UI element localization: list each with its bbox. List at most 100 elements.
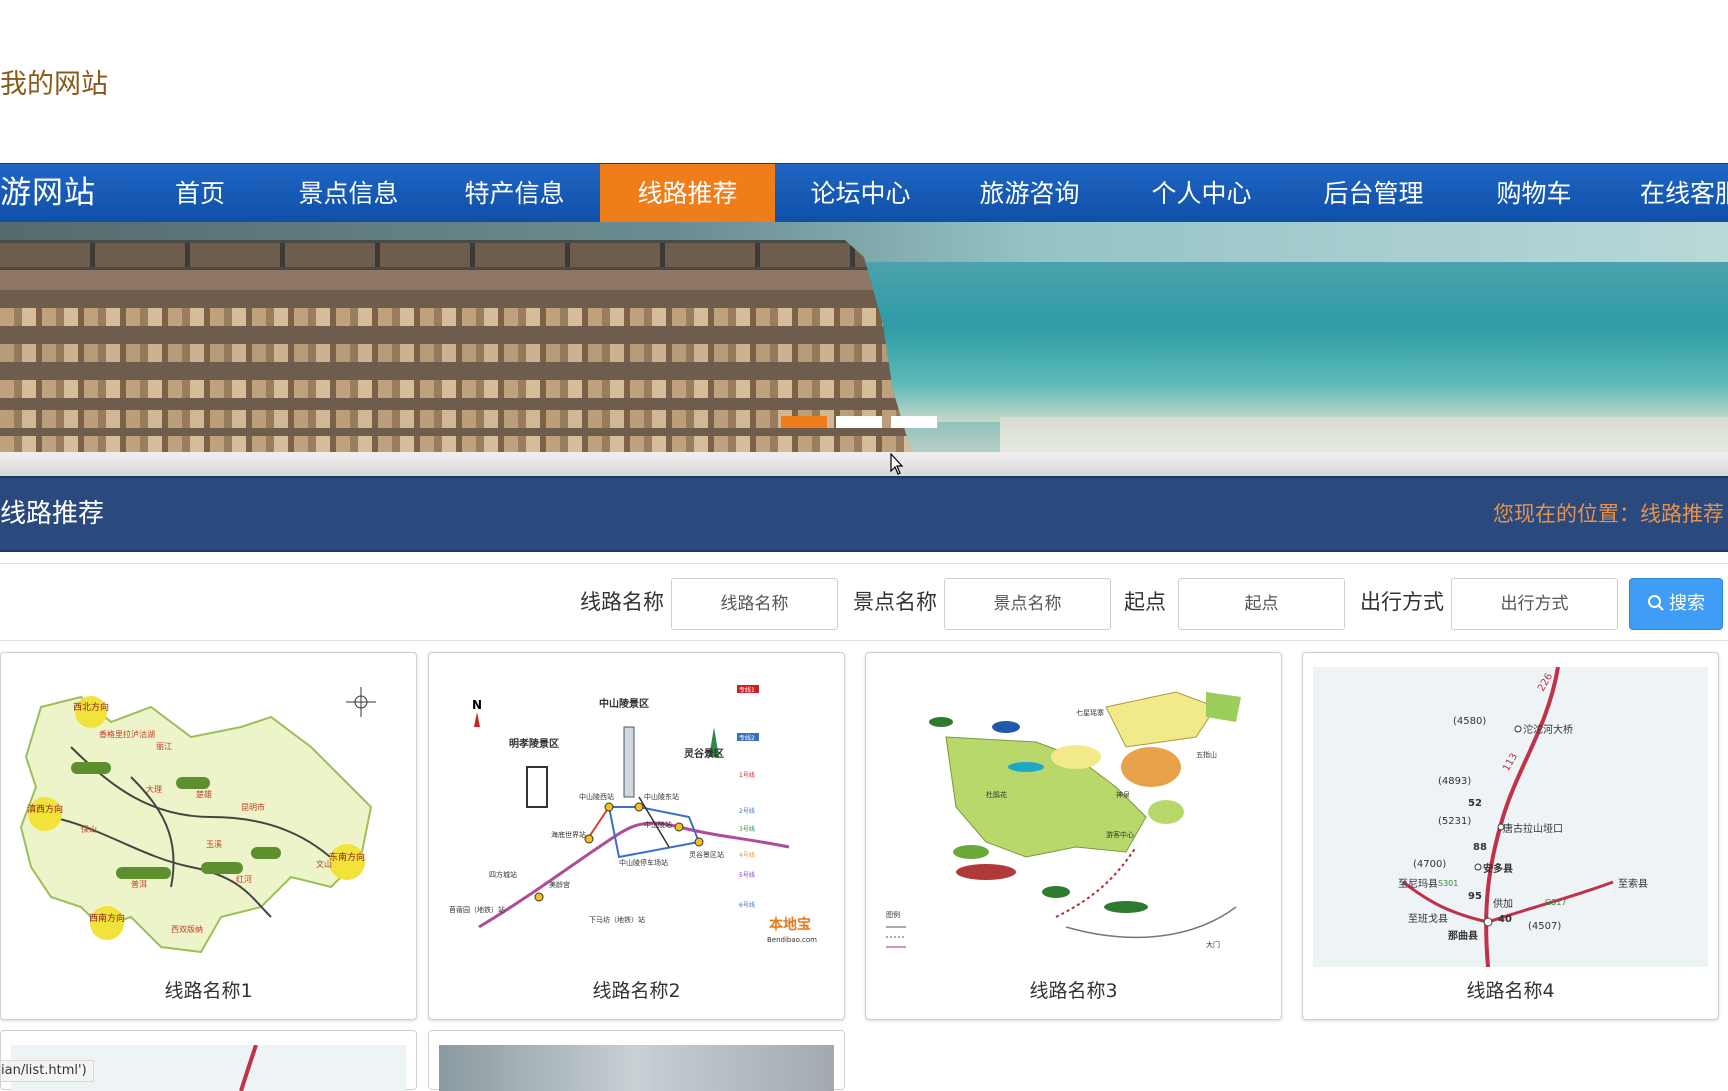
map-label: 1号线: [739, 771, 755, 779]
site-brand[interactable]: 我的网站: [0, 62, 108, 101]
map-label: 中山陵东站: [644, 792, 679, 801]
map-label: 苜蓿园（地铁）站: [449, 905, 505, 914]
route-map-image-6: [439, 1045, 834, 1091]
route-name-input[interactable]: [671, 578, 838, 630]
banner-sea: [850, 262, 1728, 422]
nav-item-home[interactable]: 首页: [150, 164, 250, 223]
nav-item-online-service[interactable]: 在线客服: [1640, 164, 1728, 223]
map-label: (4507): [1528, 921, 1561, 932]
map-label: 供加: [1493, 897, 1513, 910]
search-icon: [1648, 595, 1664, 611]
carousel-dot-3[interactable]: [891, 416, 937, 428]
map-label: 滇西方向: [27, 803, 63, 815]
map-label: 3号线: [739, 825, 755, 833]
map-label: 2号线: [739, 807, 755, 815]
banner-divider: [0, 452, 1728, 476]
map-label: 下马坊（地铁）站: [589, 915, 645, 924]
route-card-caption-1[interactable]: 线路名称1: [1, 973, 416, 1009]
map-label: 美龄宫: [549, 880, 570, 889]
map-label: 楚雄: [196, 789, 212, 799]
map-label: Bendibao.com: [767, 936, 817, 944]
map-label: (4893): [1438, 776, 1471, 787]
map-label: 杜鹃花: [986, 790, 1007, 799]
nav-item-forum[interactable]: 论坛中心: [798, 164, 923, 223]
map-label: 灵谷景区站: [689, 850, 724, 859]
nav-brand[interactable]: 游网站: [0, 164, 96, 223]
start-point-input[interactable]: [1178, 578, 1345, 630]
map-label: 普洱: [131, 879, 147, 889]
map-label: 52: [1468, 798, 1482, 809]
route-card-6[interactable]: [428, 1030, 845, 1091]
map-label: 95: [1468, 891, 1482, 902]
map-label: 神泉: [1116, 790, 1130, 799]
nav-item-route-recommend[interactable]: 线路推荐: [600, 164, 775, 223]
nav-item-travel-consult[interactable]: 旅游咨询: [967, 164, 1092, 223]
search-filter-bar: 线路名称 景点名称 起点 出行方式 搜索: [0, 563, 1728, 641]
map-label: 红河: [236, 874, 252, 884]
map-label: (4700): [1413, 859, 1446, 870]
map-label: 七星瑶寨: [1076, 708, 1104, 717]
route-card-4[interactable]: 226 113 (4580) 沱沱河大桥 (4893) 52 (5231) 唐古…: [1302, 652, 1719, 1020]
route-card-3[interactable]: 七星瑶寨 杜鹃花 五指山 神泉 游客中心 大门 图例 线路名称3: [865, 652, 1282, 1020]
route-card-caption-3[interactable]: 线路名称3: [866, 973, 1281, 1009]
banner-carousel[interactable]: [0, 222, 1728, 454]
travel-mode-label: 出行方式: [1360, 590, 1444, 614]
map-label: 玉溪: [206, 839, 222, 849]
nav-item-scenic-spots[interactable]: 景点信息: [286, 164, 411, 223]
map-label: 至班戈县: [1408, 912, 1448, 925]
map-label: (5231): [1438, 816, 1471, 827]
map-label: 中山陵西站: [579, 792, 614, 801]
search-button[interactable]: 搜索: [1629, 578, 1723, 630]
route-card-caption-4[interactable]: 线路名称4: [1303, 973, 1718, 1009]
travel-mode-input[interactable]: [1451, 578, 1618, 630]
route-card-caption-2[interactable]: 线路名称2: [429, 973, 844, 1009]
map-label: 海底世界站: [551, 830, 586, 839]
start-point-label: 起点: [1124, 590, 1166, 614]
route-card-2[interactable]: N 中山陵景区 明孝陵景区 灵谷景区 中山陵西站 中山陵东站 中山陵站 海底世界…: [428, 652, 845, 1020]
map-label: 中山陵站: [644, 820, 672, 829]
search-button-label: 搜索: [1669, 593, 1705, 614]
nav-item-admin[interactable]: 后台管理: [1311, 164, 1436, 223]
map-label: 灵谷景区: [684, 747, 724, 760]
map-label: 泸沽湖: [131, 729, 155, 739]
map-label: 6号线: [739, 901, 755, 909]
map-label: 大理: [146, 784, 162, 794]
map-label: 四方城站: [489, 870, 517, 879]
map-label: 唐古拉山垭口: [1503, 822, 1563, 835]
banner-sand: [1000, 417, 1728, 454]
map-label: 东南方向: [329, 851, 365, 863]
map-label: N: [472, 698, 482, 712]
section-title: 线路推荐: [0, 499, 105, 529]
nav-item-specialties[interactable]: 特产信息: [452, 164, 577, 223]
map-label: 香格里拉: [99, 729, 131, 739]
route-map-image-3: 七星瑶寨 杜鹃花 五指山 神泉 游客中心 大门 图例: [876, 667, 1271, 967]
map-label: 至索县: [1618, 877, 1648, 890]
map-label: 4号线: [739, 851, 755, 859]
map-label: 图例: [886, 910, 900, 919]
map-label: 本地宝: [769, 916, 811, 933]
breadcrumb-current[interactable]: 线路推荐: [1640, 502, 1724, 526]
nav-item-personal-center[interactable]: 个人中心: [1139, 164, 1264, 223]
map-label: 5号线: [739, 871, 755, 879]
main-navbar: 游网站 首页 景点信息 特产信息 线路推荐 论坛中心 旅游咨询 个人中心 后台管…: [0, 163, 1728, 223]
spot-name-label: 景点名称: [853, 590, 937, 614]
spot-name-input[interactable]: [944, 578, 1111, 630]
carousel-dot-2[interactable]: [836, 416, 882, 428]
map-label: 安多县: [1483, 862, 1513, 875]
map-label: S301: [1438, 879, 1458, 888]
route-map-image-2: N 中山陵景区 明孝陵景区 灵谷景区 中山陵西站 中山陵东站 中山陵站 海底世界…: [439, 667, 834, 967]
breadcrumb-prefix: 您现在的位置：: [1493, 502, 1640, 526]
carousel-dot-1[interactable]: [781, 416, 827, 428]
map-label: 专线1: [739, 686, 755, 694]
map-label: 西南方向: [89, 912, 125, 924]
route-name-label: 线路名称: [580, 590, 664, 614]
map-label: 西双版纳: [171, 924, 203, 934]
mouse-cursor-icon: [890, 453, 904, 475]
map-label: 游客中心: [1106, 830, 1134, 839]
nav-item-cart[interactable]: 购物车: [1484, 164, 1584, 223]
map-label: 专线2: [739, 734, 755, 742]
map-label: 文山: [316, 859, 332, 869]
map-label: 那曲县: [1448, 929, 1478, 942]
map-label: 丽江: [156, 742, 172, 751]
route-card-1[interactable]: 西北方向 东南方向 滇西方向 西南方向 昆明市 大理 楚雄 玉溪 丽江 香格里拉…: [0, 652, 417, 1020]
